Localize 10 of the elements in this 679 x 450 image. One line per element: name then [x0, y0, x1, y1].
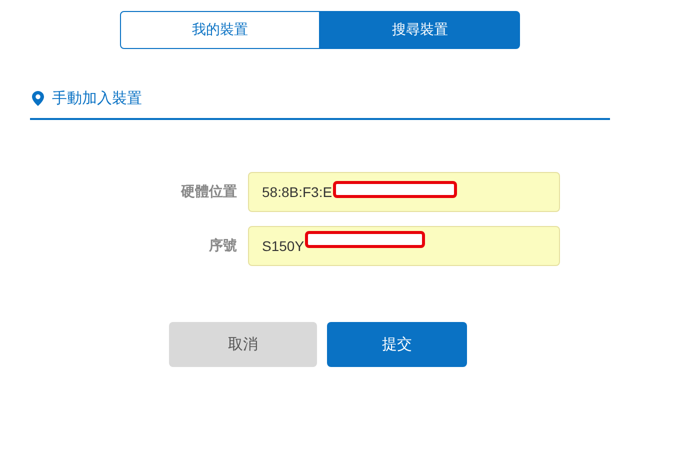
cancel-button[interactable]: 取消 [169, 322, 317, 367]
input-field[interactable]: S150Y [248, 226, 560, 266]
location-pin-icon [32, 91, 44, 106]
field-label: 硬體位置 [180, 183, 237, 201]
input-field[interactable]: 58:8B:F3:E [248, 172, 560, 212]
tab[interactable]: 搜尋裝置 [320, 11, 520, 49]
field-label: 序號 [208, 237, 237, 255]
submit-button[interactable]: 提交 [327, 322, 467, 367]
tab[interactable]: 我的裝置 [120, 11, 320, 49]
section-title: 手動加入裝置 [52, 89, 142, 108]
